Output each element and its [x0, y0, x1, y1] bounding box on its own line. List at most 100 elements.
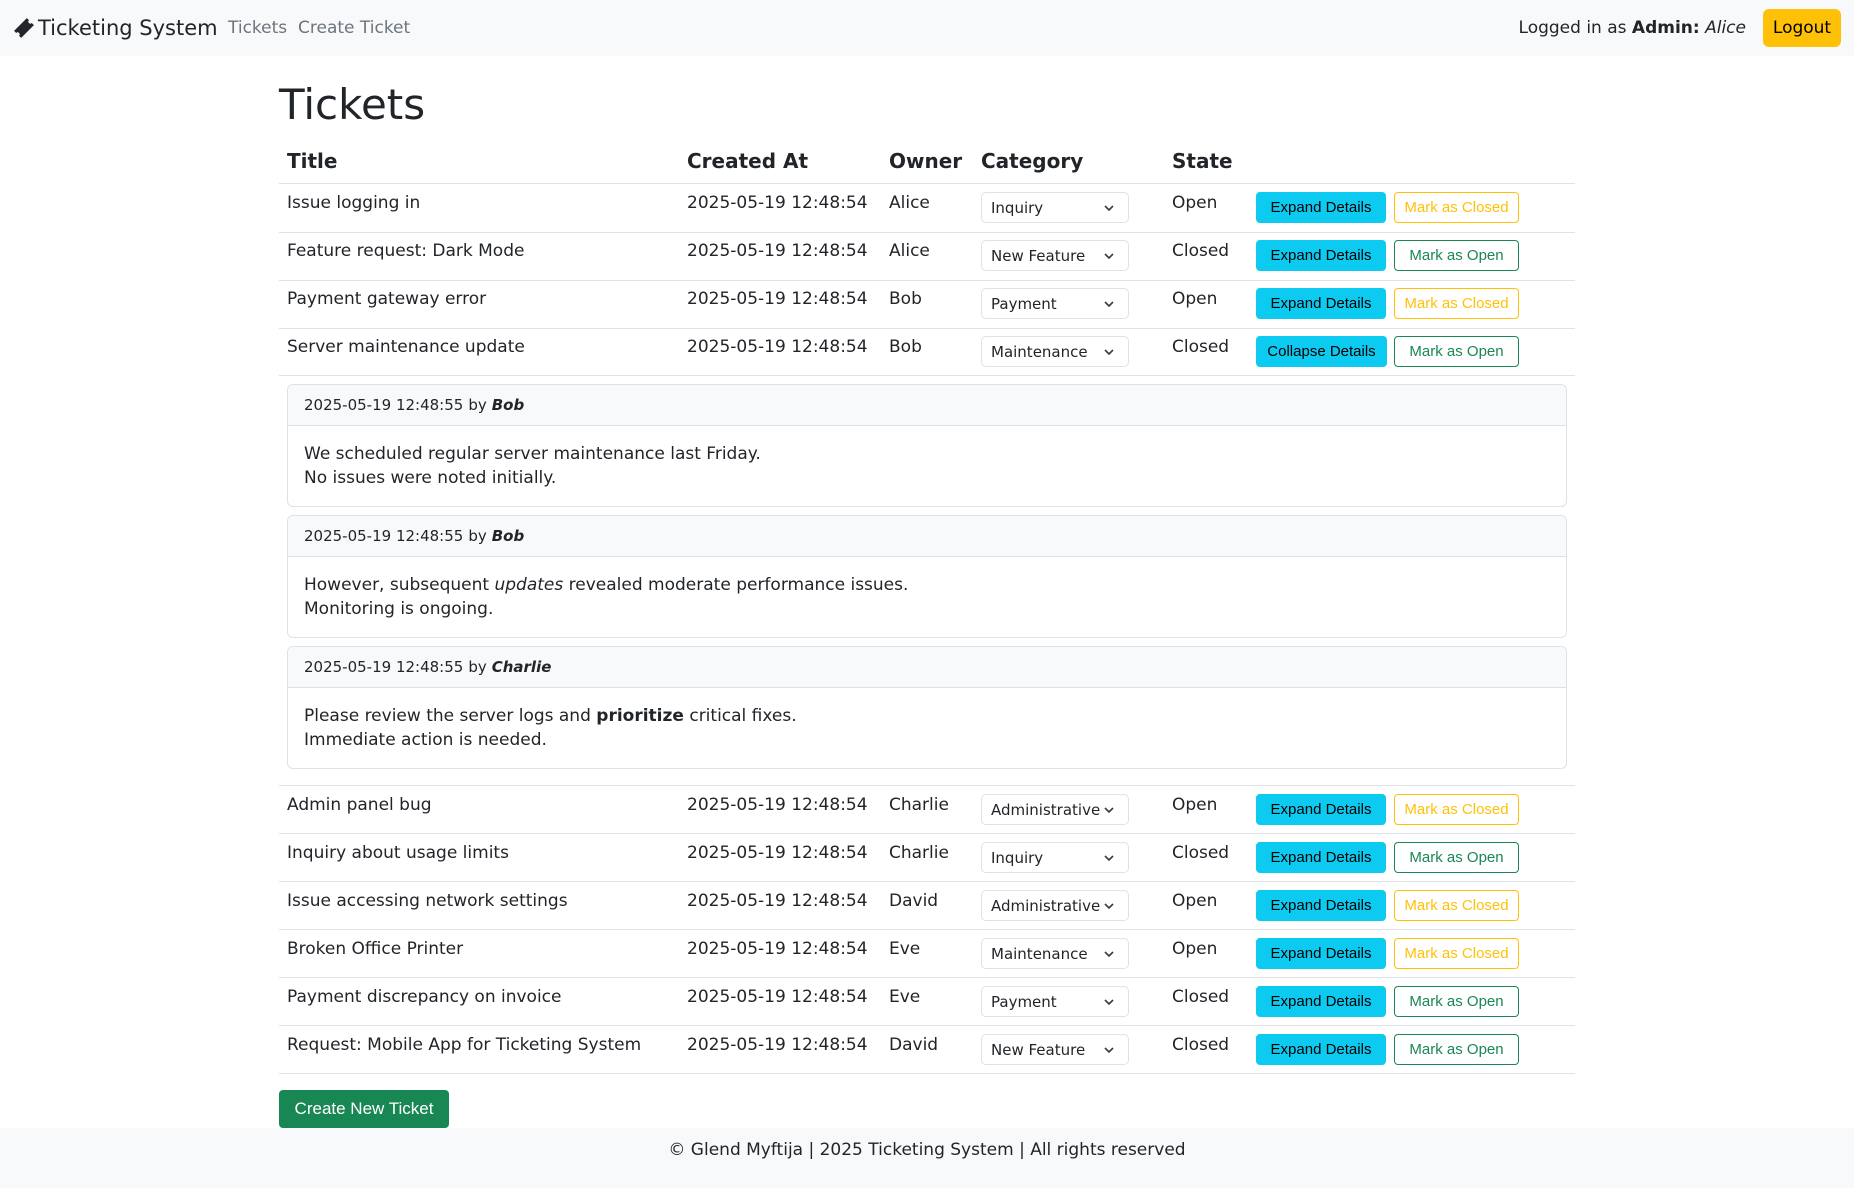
ticket-owner: Bob: [889, 289, 922, 309]
ticket-owner: David: [889, 1035, 939, 1055]
ticket-title: Server maintenance update: [287, 337, 525, 357]
comment-text: Please review the server logs and: [304, 706, 597, 726]
chevron-down-icon: [1104, 855, 1114, 862]
expand-details-button[interactable]: Expand Details: [1256, 986, 1386, 1017]
ticket-state: Open: [1172, 891, 1218, 911]
chevron-down-icon: [1104, 205, 1114, 212]
mark-as-open-button[interactable]: Mark as Open: [1394, 336, 1519, 367]
expand-details-button[interactable]: Expand Details: [1256, 1034, 1386, 1065]
collapse-details-button[interactable]: Collapse Details: [1256, 336, 1387, 367]
category-select[interactable]: Administrative: [981, 794, 1129, 825]
category-select[interactable]: Maintenance: [981, 336, 1129, 367]
ticket-title: Inquiry about usage limits: [287, 843, 509, 863]
category-value: New Feature: [991, 1040, 1086, 1059]
column-header-category: Category: [981, 149, 1084, 173]
mark-as-closed-button[interactable]: Mark as Closed: [1394, 288, 1519, 319]
comment-line: However, subsequent updates revealed mod…: [304, 573, 1550, 597]
expand-details-button[interactable]: Expand Details: [1256, 240, 1386, 271]
mark-as-closed-button[interactable]: Mark as Closed: [1394, 794, 1519, 825]
category-select[interactable]: Maintenance: [981, 938, 1129, 969]
expand-details-button[interactable]: Expand Details: [1256, 842, 1386, 873]
expand-details-button[interactable]: Expand Details: [1256, 938, 1386, 969]
ticket-state: Open: [1172, 289, 1218, 309]
category-value: New Feature: [991, 246, 1086, 265]
table-divider: [279, 183, 1575, 184]
table-divider: [279, 929, 1575, 930]
comment-header: 2025-05-19 12:48:55 by Bob: [288, 516, 1566, 557]
comment-card: 2025-05-19 12:48:55 by Bob We scheduled …: [287, 384, 1567, 507]
ticket-state: Closed: [1172, 241, 1230, 261]
comment-line: Immediate action is needed.: [304, 730, 547, 750]
mark-as-closed-button[interactable]: Mark as Closed: [1394, 890, 1519, 921]
expand-details-button[interactable]: Expand Details: [1256, 288, 1386, 319]
ticket-created-at: 2025-05-19 12:48:54: [687, 337, 868, 357]
table-divider: [279, 833, 1575, 834]
logout-button[interactable]: Logout: [1763, 9, 1841, 47]
mark-as-closed-button[interactable]: Mark as Closed: [1394, 938, 1519, 969]
ticket-state: Closed: [1172, 987, 1230, 1007]
category-select[interactable]: New Feature: [981, 1034, 1129, 1065]
category-select[interactable]: Administrative: [981, 890, 1129, 921]
expand-details-button[interactable]: Expand Details: [1256, 794, 1386, 825]
comment-by: by: [468, 527, 487, 545]
mark-as-open-button[interactable]: Mark as Open: [1394, 986, 1519, 1017]
ticket-title: Broken Office Printer: [287, 939, 464, 959]
table-divider: [279, 328, 1575, 329]
ticket-title: Admin panel bug: [287, 795, 432, 815]
ticket-state: Closed: [1172, 337, 1230, 357]
ticket-title: Payment gateway error: [287, 289, 487, 309]
table-divider: [279, 232, 1575, 233]
ticket-owner: Alice: [889, 193, 930, 213]
create-new-ticket-button[interactable]: Create New Ticket: [279, 1090, 449, 1128]
mark-as-closed-button[interactable]: Mark as Closed: [1394, 192, 1519, 223]
chevron-down-icon: [1104, 349, 1114, 356]
nav-link-tickets[interactable]: Tickets: [228, 18, 287, 38]
category-value: Payment: [991, 294, 1057, 313]
comment-text: revealed moderate performance issues.: [563, 575, 909, 595]
expand-details-button[interactable]: Expand Details: [1256, 890, 1386, 921]
category-select[interactable]: New Feature: [981, 240, 1129, 271]
ticket-state: Closed: [1172, 843, 1230, 863]
footer-text: © Glend Myftija | 2025 Ticketing System …: [668, 1140, 1186, 1160]
comment-body: Please review the server logs and priori…: [288, 688, 1566, 752]
category-select[interactable]: Payment: [981, 288, 1129, 319]
comment-emphasis: updates: [494, 575, 564, 595]
mark-as-open-button[interactable]: Mark as Open: [1394, 842, 1519, 873]
ticket-title: Feature request: Dark Mode: [287, 241, 525, 261]
mark-as-open-button[interactable]: Mark as Open: [1394, 240, 1519, 271]
brand[interactable]: Ticketing System: [12, 14, 218, 42]
table-divider: [279, 1073, 1575, 1074]
chevron-down-icon: [1104, 807, 1114, 814]
logged-in-status: Logged in as Admin: Alice: [1519, 18, 1746, 38]
category-select[interactable]: Inquiry: [981, 192, 1129, 223]
category-value: Administrative: [991, 800, 1101, 819]
column-header-title: Title: [287, 149, 338, 173]
chevron-down-icon: [1104, 1047, 1114, 1054]
ticket-state: Open: [1172, 939, 1218, 959]
mark-as-open-button[interactable]: Mark as Open: [1394, 1034, 1519, 1065]
category-select[interactable]: Payment: [981, 986, 1129, 1017]
chevron-down-icon: [1104, 999, 1114, 1006]
ticket-state: Open: [1172, 193, 1218, 213]
comment-header: 2025-05-19 12:48:55 by Bob: [288, 385, 1566, 426]
comment-card: 2025-05-19 12:48:55 by Charlie Please re…: [287, 646, 1567, 769]
comment-line: Monitoring is ongoing.: [304, 599, 494, 619]
user-role: Admin:: [1631, 18, 1700, 38]
logged-prefix: Logged in as: [1518, 18, 1627, 38]
ticket-owner: Bob: [889, 337, 922, 357]
column-header-state: State: [1172, 149, 1233, 173]
ticket-owner: Eve: [889, 987, 921, 1007]
table-divider: [279, 785, 1575, 786]
chevron-down-icon: [1104, 903, 1114, 910]
ticket-created-at: 2025-05-19 12:48:54: [687, 289, 868, 309]
comment-author: Charlie: [491, 658, 552, 676]
category-select[interactable]: Inquiry: [981, 842, 1129, 873]
comment-text: However, subsequent: [304, 575, 495, 595]
nav-link-create-ticket[interactable]: Create Ticket: [298, 18, 410, 38]
ticket-icon: [14, 18, 34, 38]
comment-body: We scheduled regular server maintenance …: [288, 426, 1566, 490]
expand-details-button[interactable]: Expand Details: [1256, 192, 1386, 223]
comment-line: We scheduled regular server maintenance …: [304, 444, 761, 464]
comment-strong: prioritize: [596, 706, 684, 726]
comment-by: by: [468, 658, 487, 676]
